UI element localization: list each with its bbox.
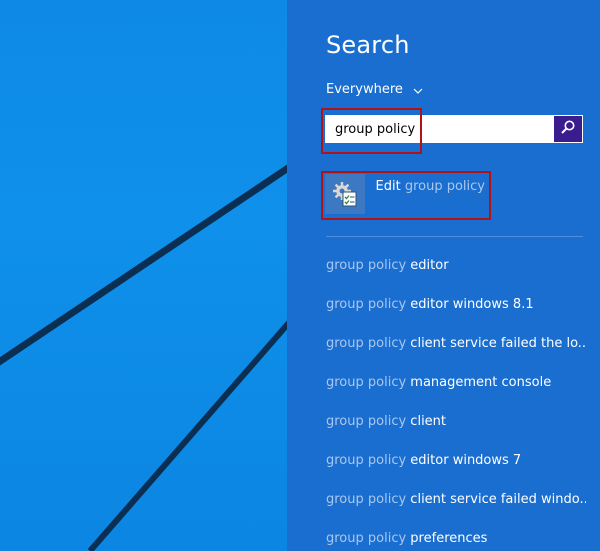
- suggestion-rest: editor windows 8.1: [406, 297, 534, 312]
- results-divider: [326, 236, 583, 237]
- search-scope-dropdown[interactable]: Everywhere: [326, 82, 423, 97]
- suggestion-rest: client service failed the lo...: [406, 336, 586, 351]
- app-result-match: group policy: [404, 179, 485, 194]
- suggestion-match: group policy: [326, 531, 407, 546]
- app-result-edit-group-policy[interactable]: Edit group policy: [325, 174, 485, 214]
- search-suggestion[interactable]: group policy client: [326, 414, 586, 453]
- search-suggestions-list: group policy editor group policy editor …: [326, 258, 586, 551]
- app-result-prefix: Edit: [375, 179, 405, 194]
- suggestion-match: group policy: [326, 492, 407, 507]
- search-suggestion[interactable]: group policy client service failed the l…: [326, 336, 586, 375]
- search-button[interactable]: [554, 116, 582, 142]
- search-charm-pane: Search Everywhere group policy Edit grou…: [287, 0, 600, 551]
- pane-title: Search: [326, 31, 410, 59]
- suggestion-match: group policy: [326, 258, 407, 273]
- suggestion-match: group policy: [326, 453, 407, 468]
- suggestion-match: group policy: [326, 297, 407, 312]
- search-suggestion[interactable]: group policy editor windows 8.1: [326, 297, 586, 336]
- suggestion-match: group policy: [326, 336, 407, 351]
- suggestion-match: group policy: [326, 375, 407, 390]
- screen: Search Everywhere group policy Edit grou…: [0, 0, 600, 551]
- suggestion-match: group policy: [326, 414, 407, 429]
- scope-label: Everywhere: [326, 82, 403, 97]
- suggestion-rest: management console: [406, 375, 552, 390]
- suggestion-rest: client service failed windo...: [406, 492, 586, 507]
- magnifier-icon: [560, 119, 576, 139]
- search-suggestion[interactable]: group policy editor: [326, 258, 586, 297]
- group-policy-editor-icon: [325, 174, 365, 214]
- chevron-down-icon: [413, 85, 423, 95]
- search-suggestion[interactable]: group policy editor windows 7: [326, 453, 586, 492]
- search-suggestion[interactable]: group policy preferences: [326, 531, 586, 551]
- search-input[interactable]: [325, 116, 545, 142]
- suggestion-rest: editor: [406, 258, 449, 273]
- suggestion-rest: client: [406, 414, 447, 429]
- search-suggestion[interactable]: group policy management console: [326, 375, 586, 414]
- suggestion-rest: editor windows 7: [406, 453, 522, 468]
- desktop-wallpaper: [0, 0, 287, 551]
- search-box: [325, 115, 583, 143]
- suggestion-rest: preferences: [406, 531, 488, 546]
- app-result-label: Edit group policy: [376, 179, 485, 194]
- search-suggestion[interactable]: group policy client service failed windo…: [326, 492, 586, 531]
